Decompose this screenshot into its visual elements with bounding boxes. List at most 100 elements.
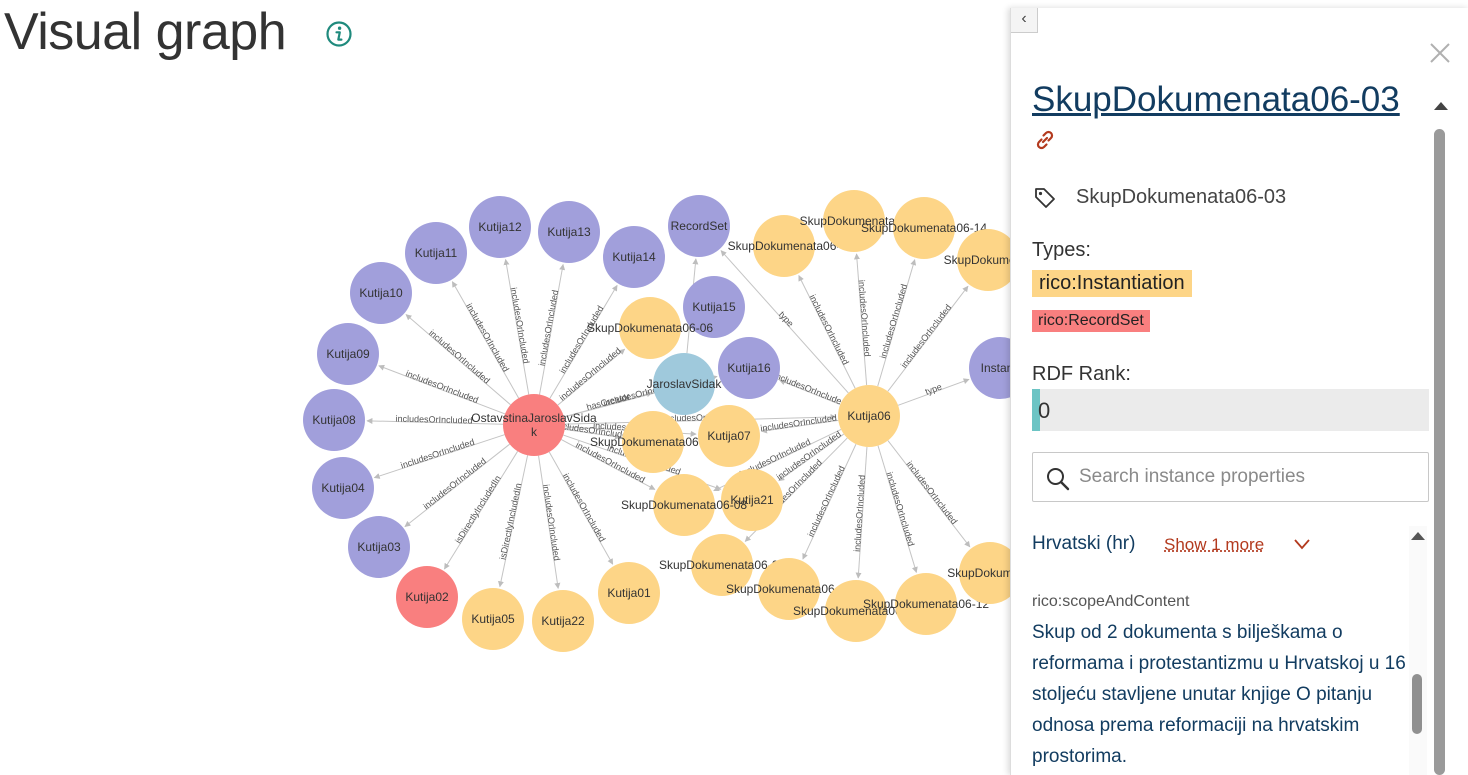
- node-label: Kutija02: [405, 590, 449, 604]
- node-label: Instanti: [981, 361, 1010, 375]
- node-label: Kutija01: [607, 586, 651, 600]
- edge-label: includesOrIncluded: [852, 475, 867, 553]
- edge-label: includesOrIncluded: [760, 413, 838, 434]
- edge-label: includesOrIncluded: [509, 287, 532, 365]
- graph-node-k13[interactable]: Kutija13: [538, 201, 600, 263]
- node-label: Kutija08: [312, 413, 356, 427]
- graph-node-jaroslav[interactable]: JaroslavSidak: [647, 353, 723, 415]
- graph-canvas[interactable]: includesOrIncluded includesOrIncluded incl…: [0, 0, 1010, 775]
- node-label: k: [531, 425, 538, 439]
- graph-node-k12[interactable]: Kutija12: [469, 196, 531, 258]
- edge-label: type: [924, 382, 943, 397]
- graph-node-k03[interactable]: Kutija03: [348, 516, 410, 578]
- node-label: Kutija12: [478, 220, 522, 234]
- node-label: Kutija10: [359, 286, 403, 300]
- scrollbar-thumb[interactable]: [1412, 674, 1422, 734]
- link-icon[interactable]: [1033, 128, 1057, 152]
- chevron-down-icon[interactable]: [1294, 538, 1310, 550]
- edge-label: includesOrIncluded: [878, 283, 909, 360]
- node-label: RecordSet: [671, 219, 728, 233]
- property-search[interactable]: [1032, 452, 1429, 502]
- node-label: Kutija09: [326, 347, 370, 361]
- edge-label: includesOrIncluded: [395, 414, 472, 426]
- node-label: Kutija04: [321, 481, 365, 495]
- edge-label: includesOrIncluded: [541, 484, 562, 562]
- edge-label: includesOrIncluded: [904, 459, 959, 526]
- edge-label: includesOrIncluded: [857, 279, 873, 357]
- edge-label: includesOrIncluded: [537, 289, 561, 367]
- instance-title-link[interactable]: SkupDokumenata06-03: [1032, 80, 1400, 120]
- types-heading: Types:: [1032, 239, 1091, 262]
- graph-node-k16[interactable]: Kutija16: [718, 337, 780, 399]
- node-label: SkupDokumenata06-06: [587, 321, 713, 335]
- graph-node-k11[interactable]: Kutija11: [405, 222, 467, 284]
- edge-label: includesOrIncluded: [404, 368, 480, 405]
- graph-node-k02[interactable]: Kutija02: [396, 566, 458, 628]
- node-label: Kutija07: [707, 429, 751, 443]
- graph-node-k04[interactable]: Kutija04: [312, 457, 374, 519]
- search-icon: [1045, 466, 1071, 492]
- scroll-up-icon[interactable]: [1411, 532, 1425, 540]
- tag-icon: [1033, 186, 1057, 210]
- edge-label: includesOrIncluded: [561, 472, 608, 544]
- node-label: SkupDokumenat: [944, 253, 1010, 267]
- graph-node-instantiation[interactable]: Instanti: [969, 337, 1010, 399]
- search-input[interactable]: [1077, 461, 1421, 493]
- edge-label: includesOrIncluded: [399, 437, 475, 471]
- node-label: SkupDokumena: [947, 566, 1010, 580]
- property-value: Skup od 2 dokumenta s bilješkama o refor…: [1032, 617, 1407, 772]
- node-label: SkupDokumenata06-14: [861, 221, 987, 235]
- scrollbar-thumb[interactable]: [1434, 129, 1445, 775]
- rdf-rank-value: 0: [1038, 398, 1050, 424]
- property-name: rico:scopeAndContent: [1032, 593, 1189, 611]
- collapse-panel-button[interactable]: ‹: [1011, 8, 1038, 33]
- graph-node-recordset[interactable]: RecordSet: [668, 195, 730, 257]
- node-label: Kutija14: [612, 250, 656, 264]
- graph-node-k22[interactable]: Kutija22: [532, 590, 594, 652]
- graph-node-k05[interactable]: Kutija05: [462, 588, 524, 650]
- graph-svg[interactable]: includesOrIncluded includesOrIncludedincl…: [0, 0, 1010, 775]
- show-more-link[interactable]: Show 1 more: [1164, 535, 1264, 555]
- node-label: SkupDokumenata06-12: [863, 597, 989, 611]
- graph-node-k06[interactable]: Kutija06: [838, 385, 900, 447]
- node-label: OstavstinaJaroslavSida: [471, 411, 597, 425]
- node-label: SkupDokumenata06-09: [590, 435, 716, 449]
- type-badge-instantiation: rico:Instantiation: [1032, 270, 1192, 297]
- scroll-up-icon[interactable]: [1434, 102, 1448, 110]
- close-icon[interactable]: [1427, 40, 1453, 66]
- node-label: Kutija05: [471, 612, 515, 626]
- rdf-rank-bar: 0: [1032, 389, 1429, 431]
- node-label: JaroslavSidak: [647, 377, 723, 391]
- properties-list: Hrvatski (hr) Show 1 more rico:scopeAndC…: [1032, 518, 1407, 775]
- rdf-rank-heading: RDF Rank:: [1032, 363, 1131, 386]
- graph-node-k14[interactable]: Kutija14: [603, 226, 665, 288]
- edge-label: includesOrIncluded: [807, 293, 850, 366]
- properties-scrollbar[interactable]: [1409, 526, 1427, 775]
- node-label: SkupDokumenata06-08: [621, 498, 747, 512]
- edge-label: includesOrIncluded: [884, 471, 916, 548]
- node-label: Kutija06: [847, 409, 891, 423]
- node-label: Kutija03: [357, 540, 401, 554]
- edge-label: type: [777, 309, 796, 328]
- node-label: Kutija16: [727, 361, 771, 375]
- language-label: Hrvatski (hr): [1032, 533, 1135, 554]
- graph-node-k01[interactable]: Kutija01: [598, 562, 660, 624]
- instance-label: SkupDokumenata06-03: [1076, 186, 1286, 209]
- type-badge-recordset: rico:RecordSet: [1032, 310, 1150, 332]
- graph-node-k10[interactable]: Kutija10: [350, 262, 412, 324]
- node-label: Kutija13: [547, 225, 591, 239]
- node-label: SkupDokumenata06-: [728, 239, 841, 253]
- graph-node-k07[interactable]: Kutija07: [698, 405, 760, 467]
- edge-label: includesOrIncluded: [899, 303, 954, 370]
- panel-scrollbar[interactable]: [1430, 96, 1448, 775]
- graph-node-sd06d[interactable]: SkupDokumena: [947, 542, 1010, 604]
- language-row: Hrvatski (hr): [1032, 533, 1135, 555]
- graph-node-k09[interactable]: Kutija09: [317, 323, 379, 385]
- graph-node-sd06c[interactable]: SkupDokumenat: [944, 229, 1010, 291]
- node-label: Kutija22: [541, 614, 585, 628]
- edge-label: includesOrIncluded: [772, 370, 847, 408]
- graph-node-k08[interactable]: Kutija08: [303, 389, 365, 451]
- edge-label: isDirectlyIncludedIn: [498, 482, 524, 560]
- node-label: Kutija11: [415, 246, 458, 260]
- node-label: Kutija15: [692, 300, 736, 314]
